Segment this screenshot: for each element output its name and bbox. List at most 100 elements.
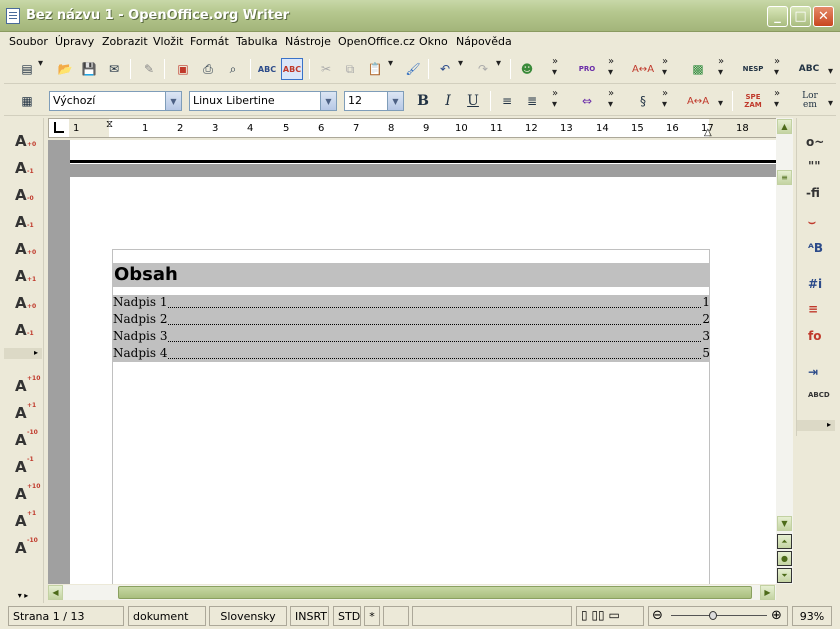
- previous-page-icon[interactable]: ⏶: [777, 534, 792, 549]
- text-direction-icon[interactable]: ⇔: [576, 90, 598, 112]
- insert-tab-icon[interactable]: ⇥: [808, 365, 832, 385]
- font-size-select[interactable]: 12 ▼: [344, 91, 404, 111]
- scroll-up-icon[interactable]: ▲: [777, 119, 792, 134]
- toolbar-expand-icon[interactable]: ▸: [4, 348, 42, 359]
- spe-zam-icon[interactable]: SPE ZAM: [740, 90, 766, 112]
- tab-stop-icon[interactable]: [54, 122, 64, 133]
- navigation-icon[interactable]: ●: [777, 551, 792, 566]
- font-size-icon[interactable]: A +1: [15, 402, 39, 424]
- font-size-icon[interactable]: A +0: [15, 240, 39, 260]
- zoom-slider-thumb[interactable]: [709, 611, 717, 620]
- font-size-decrease-icon[interactable]: A -1: [15, 159, 39, 179]
- minimize-button[interactable]: _: [767, 6, 788, 27]
- scroll-right-icon[interactable]: ▶: [760, 585, 775, 600]
- print-preview-icon[interactable]: ⌕: [222, 58, 244, 80]
- font-size-icon[interactable]: A +0: [15, 294, 39, 314]
- toc-entry[interactable]: Nadpis 11: [113, 295, 710, 312]
- zoom-in-icon[interactable]: ⊕: [771, 608, 782, 623]
- toc-entry[interactable]: Nadpis 45: [113, 346, 710, 363]
- font-size-icon[interactable]: A -10: [15, 429, 39, 451]
- zoom-slider[interactable]: ⊖ ⊕: [648, 606, 788, 626]
- selection-mode[interactable]: STD: [333, 606, 361, 626]
- horizontal-scrollbar[interactable]: ◀ ▶: [48, 585, 776, 600]
- email-icon[interactable]: ✉: [103, 58, 125, 80]
- redo-icon[interactable]: ↷: [472, 58, 494, 80]
- single-page-view-icon[interactable]: ▯: [581, 608, 588, 622]
- underline-button[interactable]: U: [462, 90, 484, 112]
- open-icon[interactable]: 📂: [54, 58, 76, 80]
- toolbar-expand-icon[interactable]: ▸: [797, 420, 835, 431]
- maximize-button[interactable]: □: [790, 6, 811, 27]
- paragraph-style-select[interactable]: Výchozí ▼: [49, 91, 182, 111]
- horizontal-ruler[interactable]: 1 1 2 3 4 5 6 7 8 9 10 11 12 13 14 15 16…: [48, 118, 777, 138]
- copy-icon[interactable]: ⧉: [339, 58, 361, 80]
- font-size-icon[interactable]: A -0: [15, 186, 39, 206]
- spellcheck-icon[interactable]: ABC: [256, 58, 278, 80]
- autospellcheck-icon[interactable]: ABC: [281, 58, 303, 80]
- edit-mode-icon[interactable]: ✎: [138, 58, 160, 80]
- menu-napoveda[interactable]: Nápověda: [456, 35, 512, 48]
- menu-vlozit[interactable]: Vložit: [153, 35, 183, 48]
- indent-marker-icon[interactable]: ⧖: [106, 119, 113, 130]
- new-document-icon[interactable]: ▤: [16, 58, 38, 80]
- signature-field[interactable]: [383, 606, 409, 626]
- menu-okno[interactable]: Okno: [419, 35, 448, 48]
- degree-icon[interactable]: o~: [806, 135, 830, 155]
- menu-upravy[interactable]: Úpravy: [55, 35, 94, 48]
- font-size-icon[interactable]: A +1: [15, 267, 39, 287]
- format-paintbrush-icon[interactable]: 🖌: [402, 58, 424, 80]
- insert-mode[interactable]: INSRT: [290, 606, 329, 626]
- font-size-icon[interactable]: A -10: [15, 537, 39, 559]
- toc-entry[interactable]: Nadpis 33: [113, 329, 710, 346]
- menu-format[interactable]: Formát: [190, 35, 229, 48]
- small-caps-icon[interactable]: ᴬB: [808, 241, 832, 261]
- align-left-icon[interactable]: ≡: [496, 90, 518, 112]
- font-size-increase-icon[interactable]: A +0: [15, 132, 39, 152]
- gallery-icon[interactable]: ▩: [687, 58, 709, 80]
- horizontal-scroll-thumb[interactable]: [118, 586, 752, 599]
- spellcheck2-icon[interactable]: ABC: [798, 58, 820, 80]
- italic-button[interactable]: I: [437, 90, 459, 112]
- multi-page-view-icon[interactable]: ▯▯: [591, 608, 604, 622]
- hyphenation-icon[interactable]: NESP: [742, 58, 764, 80]
- ligature-icon[interactable]: -fi: [806, 186, 830, 206]
- font-size-icon[interactable]: A -1: [15, 213, 39, 233]
- chevron-down-icon[interactable]: ▼: [320, 92, 336, 110]
- chevron-down-icon[interactable]: ▼: [165, 92, 181, 110]
- font-size-icon[interactable]: A -1: [15, 456, 39, 478]
- vertical-scrollbar[interactable]: ▲ ≡ ▼ ⏶ ● ⏷: [776, 118, 793, 584]
- print-icon[interactable]: ⎙: [197, 58, 219, 80]
- save-icon[interactable]: 💾: [78, 58, 100, 80]
- page-indicator[interactable]: Strana 1 / 13: [8, 606, 124, 626]
- align-center-icon[interactable]: ≣: [521, 90, 543, 112]
- font-size-icon[interactable]: A +10: [15, 375, 40, 397]
- undo-icon[interactable]: ↶: [434, 58, 456, 80]
- char-case-icon[interactable]: A↔A: [687, 90, 709, 112]
- zoom-level[interactable]: 93%: [792, 606, 832, 626]
- fo-icon[interactable]: fo: [808, 329, 832, 349]
- font-size-icon[interactable]: A +10: [15, 483, 40, 505]
- page-style[interactable]: dokument: [128, 606, 206, 626]
- font-size-icon[interactable]: A -1: [15, 321, 39, 341]
- non-breaking-space-icon[interactable]: ⌣: [808, 215, 832, 235]
- close-button[interactable]: ✕: [813, 6, 834, 27]
- scroll-down-icon[interactable]: ▼: [777, 516, 792, 531]
- abcd-icon[interactable]: ABCD: [808, 391, 832, 411]
- book-view-icon[interactable]: ▭: [608, 608, 619, 622]
- scroll-thumb[interactable]: ≡: [777, 170, 792, 185]
- font-name-select[interactable]: Linux Libertine ▼: [189, 91, 337, 111]
- menu-openoffice-cz[interactable]: OpenOffice.cz: [338, 35, 415, 48]
- export-pdf-icon[interactable]: ▣: [172, 58, 194, 80]
- cut-icon[interactable]: ✂: [315, 58, 337, 80]
- scroll-left-icon[interactable]: ◀: [48, 585, 63, 600]
- table-of-contents[interactable]: Obsah Nadpis 11 Nadpis 22 Nadpis 33 Nadp…: [112, 249, 710, 584]
- bold-button[interactable]: B: [412, 90, 434, 112]
- zoom-out-icon[interactable]: ⊖: [652, 608, 663, 623]
- document-canvas[interactable]: Obsah Nadpis 11 Nadpis 22 Nadpis 33 Nadp…: [48, 140, 776, 584]
- menu-soubor[interactable]: Soubor: [9, 35, 48, 48]
- promo-icon[interactable]: PRO: [576, 58, 598, 80]
- font-size-icon[interactable]: A +1: [15, 510, 39, 532]
- next-page-icon[interactable]: ⏷: [777, 568, 792, 583]
- translit-icon[interactable]: A↔A: [632, 58, 654, 80]
- menu-tabulka[interactable]: Tabulka: [236, 35, 278, 48]
